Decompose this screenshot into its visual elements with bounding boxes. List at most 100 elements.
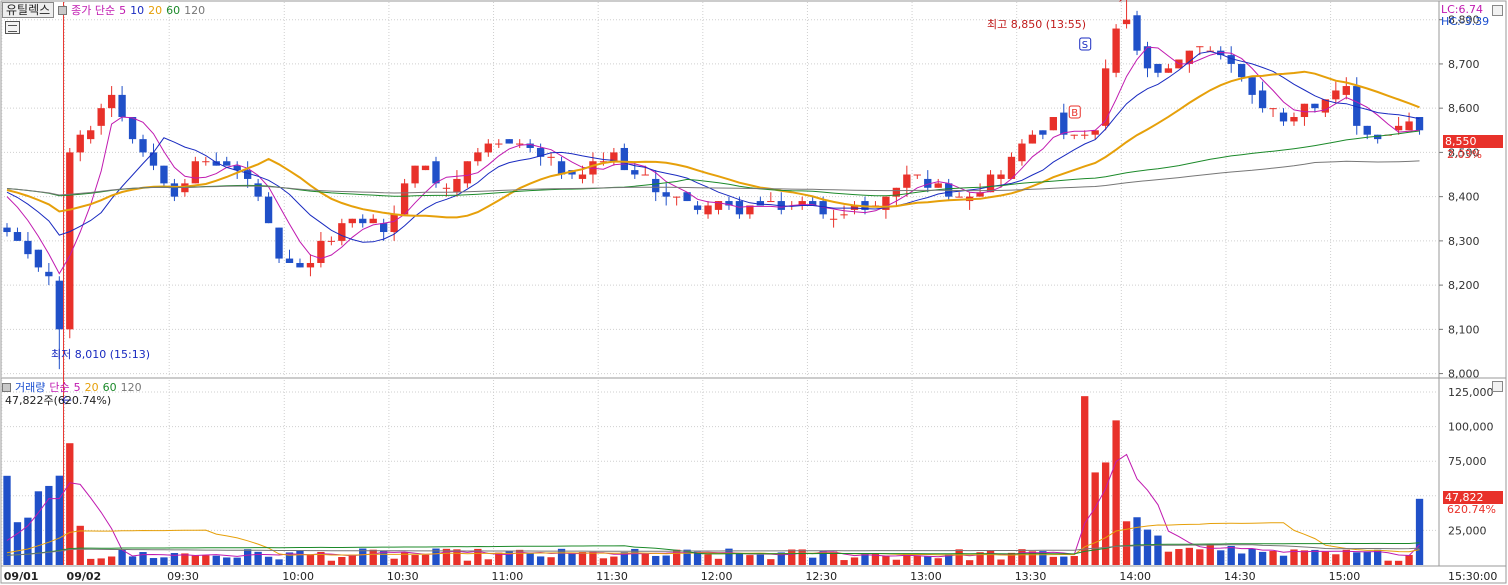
candle — [547, 156, 555, 158]
candle — [411, 165, 419, 184]
candle — [191, 161, 200, 184]
current-change-text: 2.03% — [1447, 148, 1482, 161]
volume-bar — [1018, 549, 1026, 565]
candle — [348, 218, 356, 224]
x-tick-label: 13:30 — [1015, 570, 1047, 583]
candle — [829, 218, 838, 220]
volume-bar — [641, 553, 649, 565]
y-tick-label: 8,300 — [1448, 235, 1480, 248]
volume-bar — [735, 552, 744, 565]
candle — [1164, 68, 1173, 73]
candle — [1311, 103, 1319, 109]
candle — [620, 147, 628, 171]
candle — [578, 174, 587, 179]
volume-bar — [1070, 556, 1078, 565]
candle — [149, 152, 158, 166]
x-tick-label: 09/01 — [4, 570, 39, 583]
candle — [1269, 108, 1277, 110]
candle — [1112, 28, 1120, 73]
volume-bar — [610, 556, 618, 565]
volume-bar — [892, 559, 901, 565]
volume-bar — [1091, 472, 1099, 565]
volume-bar — [568, 552, 576, 565]
x-tick-label: 14:30 — [1224, 570, 1256, 583]
volume-bar — [107, 556, 116, 565]
volume-bar — [369, 549, 377, 565]
candle — [128, 117, 137, 140]
volume-bar — [87, 558, 95, 565]
vma60-label: 60 — [102, 380, 117, 394]
vma20-label: 20 — [84, 380, 99, 394]
panel-expand-icon[interactable] — [1492, 5, 1503, 16]
candle — [1196, 46, 1204, 48]
volume-bar — [1122, 521, 1131, 565]
y-tick-label: 8,400 — [1448, 191, 1480, 204]
volume-bar — [1384, 560, 1392, 565]
candle — [641, 174, 649, 176]
volume-bar — [589, 551, 597, 565]
candle — [934, 183, 942, 188]
volume-bar — [809, 557, 817, 565]
candle — [1363, 125, 1371, 135]
high-annotation: 최고 8,850 (13:55) — [987, 18, 1087, 31]
vma120-label: 120 — [120, 380, 142, 394]
volume-bar — [882, 555, 890, 565]
candle — [453, 178, 461, 193]
volume-bar — [264, 556, 273, 565]
volume-bar — [746, 555, 754, 565]
volume-panel-expand-icon[interactable] — [1492, 381, 1503, 392]
candle — [170, 183, 179, 197]
volume-bar — [798, 549, 806, 565]
x-tick-label: 12:30 — [805, 570, 837, 583]
candle — [662, 192, 670, 197]
candle — [442, 187, 451, 189]
candle — [986, 174, 995, 193]
volume-bar — [672, 549, 681, 565]
volume-bar — [212, 555, 220, 565]
volume-bar — [1269, 550, 1277, 565]
volume-bar — [160, 557, 168, 565]
vma5-label: 5 — [73, 380, 81, 394]
candle — [275, 227, 283, 259]
candle — [97, 108, 105, 126]
volume-bar — [1353, 552, 1361, 565]
volume-bar — [45, 485, 53, 565]
legend-square-icon — [2, 382, 11, 392]
candle — [1081, 134, 1089, 136]
candle — [3, 227, 11, 233]
volume-tick-label: 75,000 — [1448, 455, 1487, 468]
volume-bar — [1363, 551, 1371, 565]
candle — [24, 240, 32, 255]
candle — [516, 143, 524, 145]
grid-toggle-icon[interactable] — [5, 21, 20, 34]
stock-name-box[interactable]: 유틸렉스 — [2, 2, 55, 18]
y-tick-label: 8,200 — [1448, 279, 1480, 292]
volume-bar — [390, 558, 398, 565]
candle — [1279, 112, 1288, 122]
ma120-label: 120 — [184, 3, 206, 17]
candle — [1060, 112, 1068, 135]
volume-bar — [788, 549, 796, 565]
ma5-label: 5 — [119, 3, 127, 17]
candle — [1332, 90, 1340, 100]
candle — [913, 174, 921, 176]
volume-bar — [1217, 550, 1225, 565]
candle — [202, 161, 210, 163]
volume-bar — [223, 557, 231, 565]
volume-bar — [934, 558, 942, 565]
candle — [672, 196, 681, 198]
candle — [1070, 134, 1078, 136]
current-price-tag: 8,550 — [1443, 135, 1503, 148]
volume-bar — [652, 555, 660, 565]
candle — [243, 170, 252, 179]
volume-current-text: 47,822주(620.74%) — [5, 394, 112, 407]
volume-bar — [1300, 550, 1309, 565]
volume-bar — [149, 558, 158, 565]
volume-bar — [24, 517, 32, 565]
candle — [296, 262, 304, 268]
volume-bar — [1311, 549, 1319, 565]
candle — [463, 161, 472, 184]
candle — [1018, 143, 1026, 162]
candle — [160, 165, 168, 184]
volume-bar — [1060, 556, 1068, 565]
